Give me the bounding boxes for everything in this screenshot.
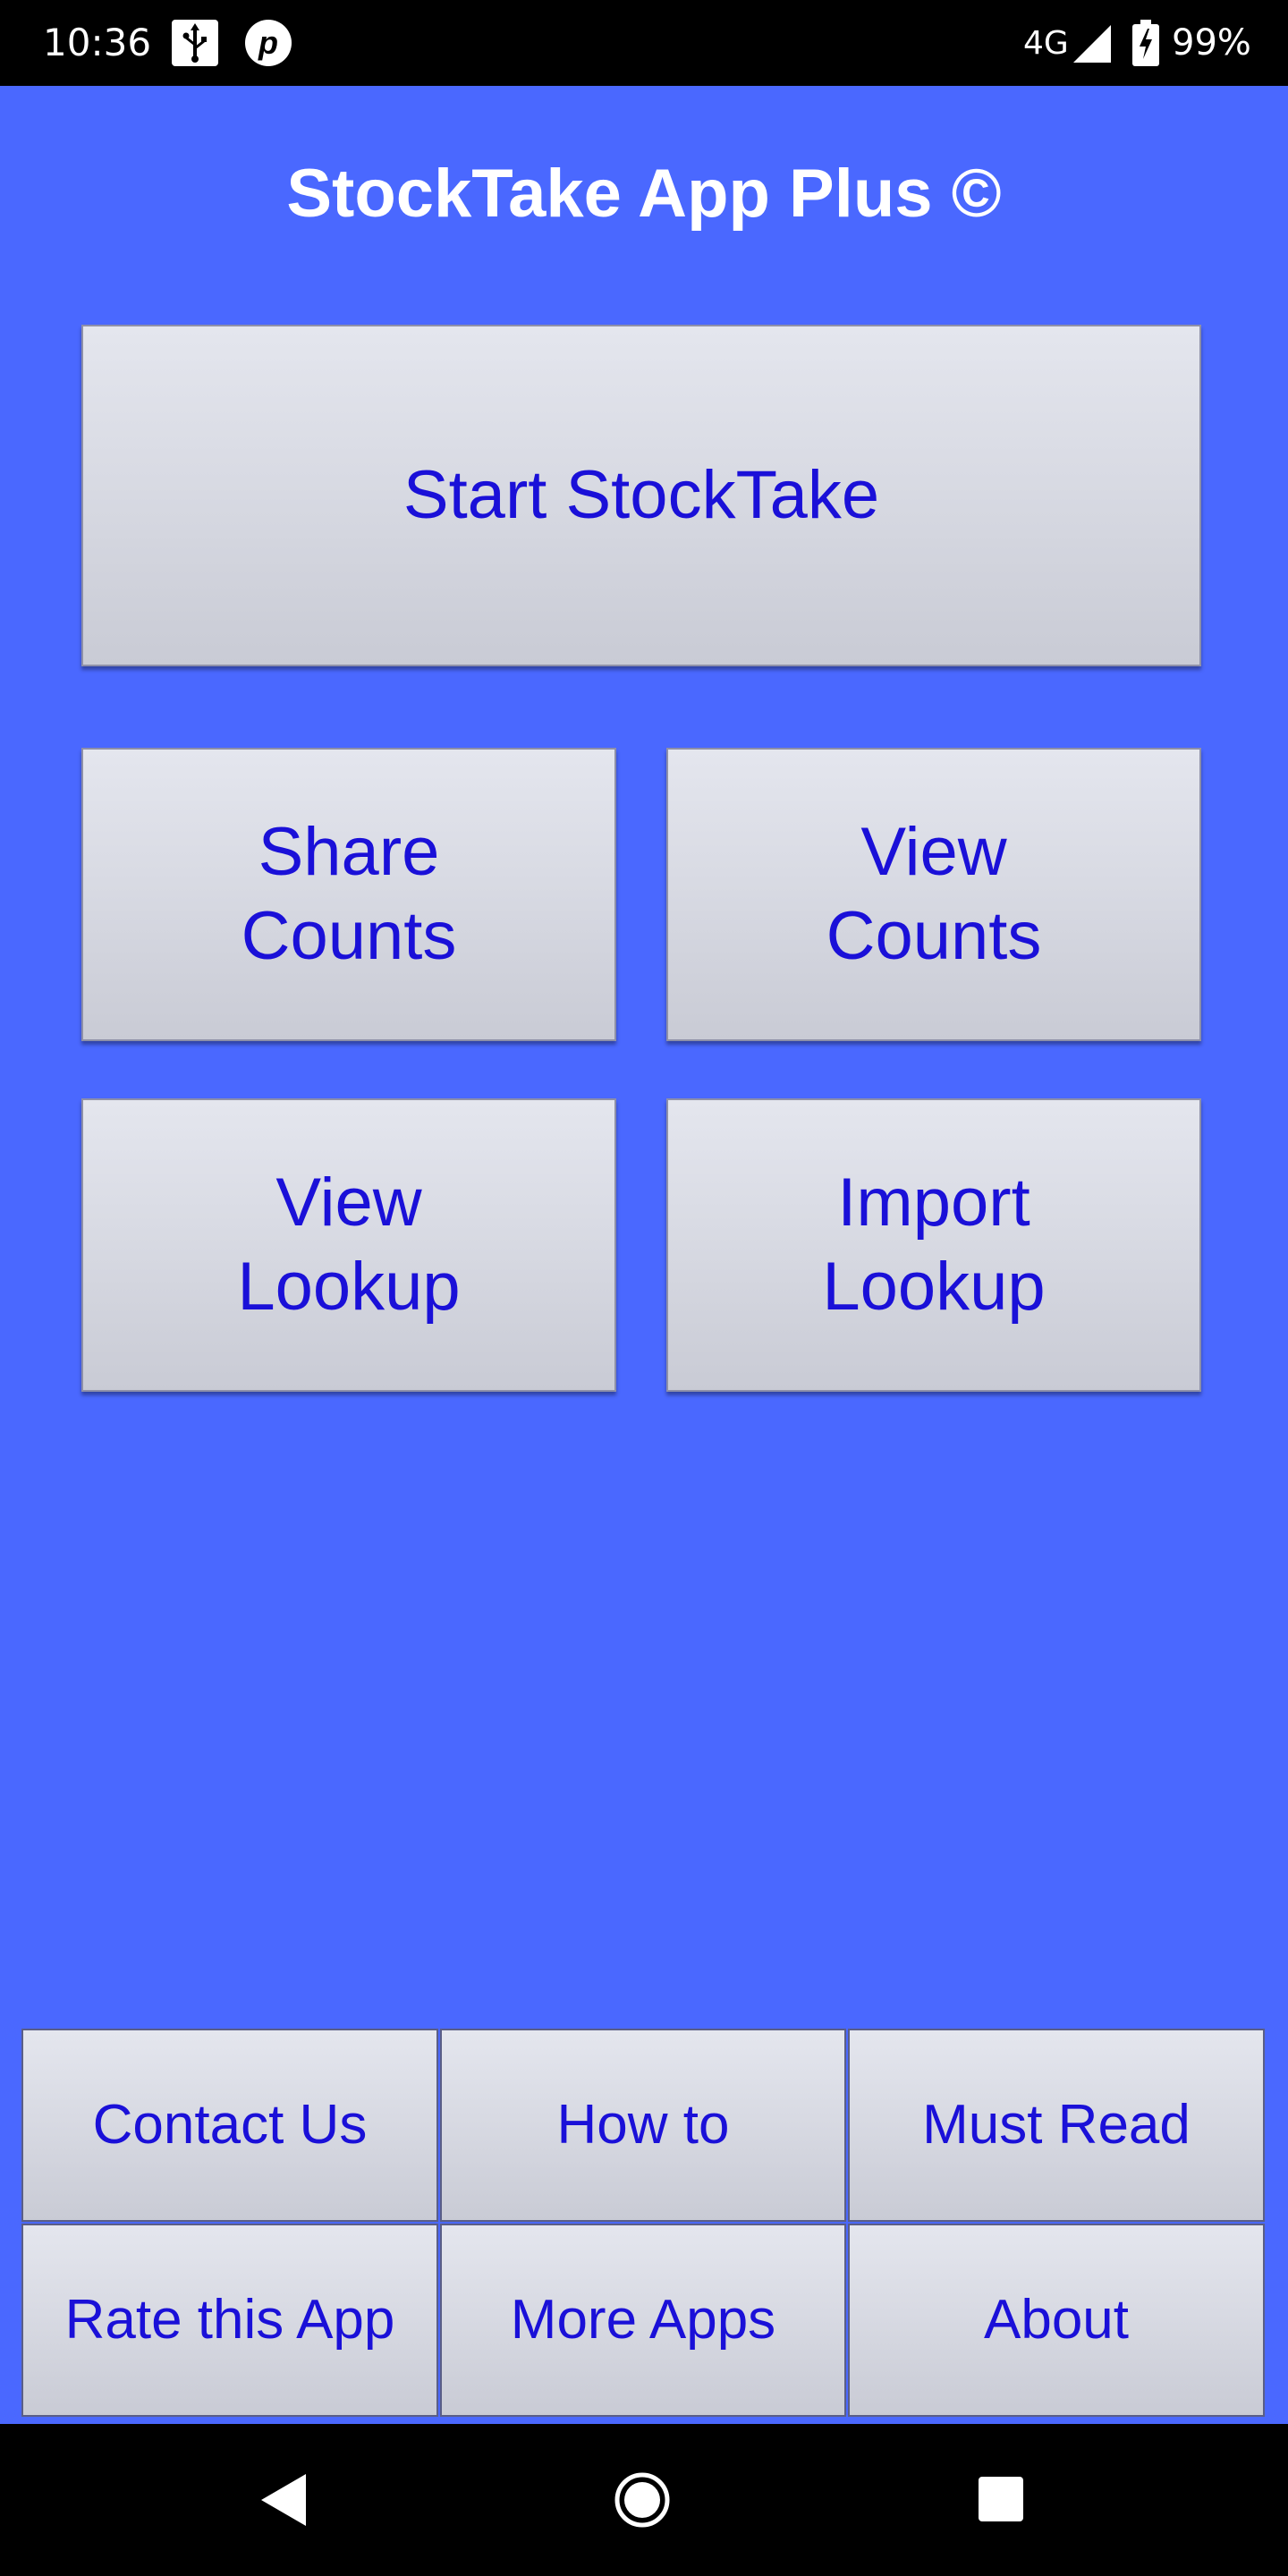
view-counts-label-line1: View: [860, 814, 1007, 890]
view-counts-label-line2: Counts: [826, 898, 1042, 974]
more-apps-button[interactable]: More Apps: [440, 2224, 846, 2417]
svg-text:p: p: [258, 24, 278, 61]
start-stocktake-label: Start StockTake: [402, 457, 880, 533]
back-triangle-icon[interactable]: [258, 2472, 308, 2528]
about-button[interactable]: About: [848, 2224, 1265, 2417]
more-apps-label: More Apps: [510, 2289, 776, 2351]
contact-us-label: Contact Us: [92, 2094, 368, 2156]
view-lookup-label-line1: View: [275, 1165, 422, 1241]
battery-charging-icon: [1132, 20, 1159, 66]
usb-icon: [172, 20, 218, 66]
import-lookup-label-line1: Import: [837, 1165, 1030, 1241]
how-to-label: How to: [556, 2094, 730, 2156]
signal-icon: [1073, 25, 1111, 63]
app-screen: 10:36 p 4G 99% StockTake App Plus © Star…: [0, 0, 1288, 2576]
contact-us-button[interactable]: Contact Us: [21, 2029, 438, 2222]
how-to-button[interactable]: How to: [440, 2029, 846, 2222]
status-time: 10:36: [43, 21, 152, 64]
share-counts-label-line1: Share: [258, 814, 440, 890]
share-counts-label-line2: Counts: [241, 898, 457, 974]
app-title: StockTake App Plus ©: [286, 156, 1002, 232]
import-lookup-button[interactable]: Import Lookup: [666, 1098, 1201, 1392]
about-label: About: [983, 2289, 1130, 2351]
rate-app-button[interactable]: Rate this App: [21, 2224, 438, 2417]
view-lookup-label-line2: Lookup: [237, 1249, 461, 1325]
rate-app-label: Rate this App: [64, 2289, 395, 2351]
view-counts-button[interactable]: View Counts: [666, 748, 1201, 1041]
home-circle-icon[interactable]: [614, 2471, 671, 2529]
start-stocktake-button[interactable]: Start StockTake: [81, 325, 1201, 666]
battery-percent: 99%: [1172, 22, 1251, 64]
import-lookup-label-line2: Lookup: [822, 1249, 1046, 1325]
view-lookup-button[interactable]: View Lookup: [81, 1098, 616, 1392]
share-counts-button[interactable]: Share Counts: [81, 748, 616, 1041]
status-bar: 10:36 p 4G 99%: [0, 0, 1288, 86]
p-icon: p: [245, 20, 292, 66]
must-read-label: Must Read: [922, 2094, 1191, 2156]
must-read-button[interactable]: Must Read: [848, 2029, 1265, 2222]
recent-square-icon[interactable]: [977, 2475, 1025, 2523]
network-type: 4G: [1023, 25, 1069, 62]
